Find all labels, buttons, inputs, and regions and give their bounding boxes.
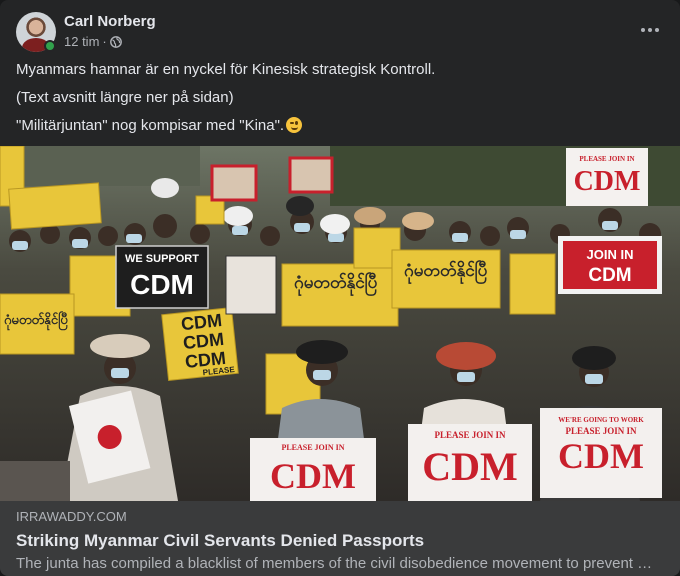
front-cdm-sign: PLEASE JOIN IN CDM	[250, 438, 376, 501]
front-cdm-sign: PLEASE JOIN IN CDM	[408, 424, 532, 501]
meta-separator: ·	[102, 34, 107, 49]
link-domain: IRRAWADDY.COM	[16, 509, 127, 524]
sign-text: PLEASE JOIN IN	[579, 155, 634, 163]
post-meta: 12 tim ·	[64, 34, 122, 49]
we-support-cdm-sign: WE SUPPORT CDM	[115, 245, 209, 309]
post-photo[interactable]: ဂုံမတတ်နိုင်ပြီ ဂုံမတတ်နိုင်ပြီ ဂုံမတတ်န…	[0, 146, 680, 501]
link-preview[interactable]: IRRAWADDY.COM Striking Myanmar Civil Ser…	[0, 501, 680, 576]
sign-text: CDM	[558, 436, 644, 476]
online-status-icon	[44, 40, 56, 52]
link-description: The junta has compiled a blacklist of me…	[16, 555, 653, 572]
post-card: Carl Norberg 12 tim · Myanmars hamnar är…	[0, 0, 680, 576]
post-timestamp[interactable]: 12 tim	[64, 34, 99, 49]
sign-text: PLEASE JOIN IN	[565, 426, 637, 436]
sign-text: WE'RE GOING TO WORK	[558, 416, 644, 424]
sign-text: CDM	[130, 269, 194, 300]
post-text-line: "Militärjuntan" nog kompisar med "Kina".	[16, 116, 664, 136]
winking-face-emoji	[286, 117, 303, 133]
front-cdm-sign: WE'RE GOING TO WORK PLEASE JOIN IN CDM	[540, 408, 662, 498]
post-text-line: (Text avsnitt längre ner på sidan)	[16, 89, 234, 106]
sign-text: CDM	[422, 444, 518, 489]
sign-text: JOIN IN	[587, 247, 634, 262]
post-text: Myanmars hamnar är en nyckel för Kinesis…	[16, 60, 664, 144]
sign-text: WE SUPPORT	[125, 253, 199, 265]
more-horizontal-icon	[641, 28, 645, 32]
link-title[interactable]: Striking Myanmar Civil Servants Denied P…	[16, 530, 664, 551]
sign-text: PLEASE JOIN IN	[434, 430, 506, 440]
author-name[interactable]: Carl Norberg	[64, 13, 156, 30]
join-in-cdm-sign: JOIN IN CDM	[558, 236, 662, 294]
more-options-button[interactable]	[636, 18, 664, 42]
sign-text: CDM	[270, 456, 356, 496]
sign-text: CDM	[588, 265, 631, 286]
post-header: Carl Norberg 12 tim ·	[16, 12, 664, 52]
post-text-line: Myanmars hamnar är en nyckel för Kinesis…	[16, 61, 436, 78]
globe-icon[interactable]	[109, 35, 122, 48]
sign-text: PLEASE JOIN IN	[281, 443, 344, 452]
please-join-cdm-sign-top: PLEASE JOIN IN CDM	[566, 148, 648, 206]
sign-text: CDM	[574, 166, 641, 197]
